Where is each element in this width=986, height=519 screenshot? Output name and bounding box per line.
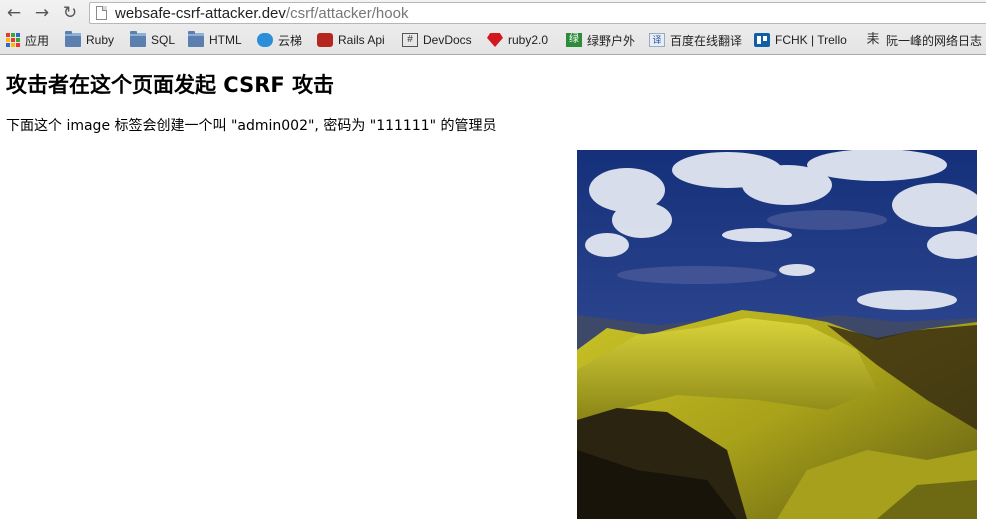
bookmark-label: 百度在线翻译 (670, 33, 743, 48)
bookmark-ruby2[interactable]: ruby2.0 (487, 31, 548, 49)
address-bar[interactable]: websafe-csrf-attacker.dev/csrf/attacker/… (89, 2, 986, 24)
page-description: 下面这个 image 标签会创建一个叫 "admin002", 密码为 "111… (6, 118, 497, 134)
back-arrow-icon[interactable]: ← (4, 4, 24, 22)
bookmark-sql[interactable]: SQL (130, 31, 175, 49)
bookmarks-bar: 应用 Ruby SQL HTML 云梯 Rails Api # DevDocs (0, 28, 986, 52)
forward-arrow-icon[interactable]: → (32, 4, 52, 22)
page-content: 攻击者在这个页面发起 CSRF 攻击 下面这个 image 标签会创建一个叫 "… (0, 55, 986, 519)
bookmark-label: SQL (151, 33, 176, 47)
rails-icon (317, 33, 333, 47)
url-text[interactable]: websafe-csrf-attacker.dev/csrf/attacker/… (115, 4, 408, 23)
bookmark-label: Ruby (86, 33, 115, 47)
bookmark-trello[interactable]: FCHK | Trello (754, 31, 847, 49)
bookmark-label: 应用 (25, 33, 50, 48)
bookmark-label: Rails Api (338, 33, 385, 47)
landscape-svg (577, 150, 977, 519)
bookmark-ruanyifeng[interactable]: 耒 阮一峰的网络日志 (865, 31, 982, 49)
baidu-translate-icon: 译 (649, 33, 665, 47)
mountain-landscape-image (577, 150, 977, 519)
apps-grid-icon (6, 33, 20, 47)
page-title: 攻击者在这个页面发起 CSRF 攻击 (6, 73, 335, 97)
bookmark-label: HTML (209, 33, 242, 47)
bookmark-apps[interactable]: 应用 (6, 31, 49, 49)
bookmark-label: 阮一峰的网络日志 (886, 33, 983, 48)
bookmark-label: FCHK | Trello (775, 33, 847, 47)
trello-icon (754, 33, 770, 47)
bookmark-label: DevDocs (423, 33, 472, 47)
bookmark-devdocs[interactable]: # DevDocs (402, 31, 472, 49)
page-icon (96, 6, 107, 20)
bookmark-rails-api[interactable]: Rails Api (317, 31, 385, 49)
bookmark-html[interactable]: HTML (188, 31, 242, 49)
bookmark-yunti[interactable]: 云梯 (257, 31, 302, 49)
bookmark-ruby[interactable]: Ruby (65, 31, 114, 49)
folder-icon (188, 31, 204, 47)
bookmark-label: 绿野户外 (587, 33, 636, 48)
blog-icon: 耒 (866, 32, 880, 47)
bookmark-lvye[interactable]: 绿 绿野户外 (566, 31, 635, 49)
devdocs-icon: # (402, 33, 418, 47)
cloud-icon (257, 33, 273, 47)
reload-icon[interactable]: ↻ (60, 4, 80, 22)
url-path: /csrf/attacker/hook (285, 5, 409, 22)
bookmark-baidu-translate[interactable]: 译 百度在线翻译 (649, 31, 742, 49)
folder-icon (65, 31, 81, 47)
ruby-gem-icon (487, 33, 503, 47)
bookmark-label: ruby2.0 (508, 33, 549, 47)
bookmark-label: 云梯 (278, 33, 303, 48)
folder-icon (130, 31, 146, 47)
browser-chrome: ← → ↻ websafe-csrf-attacker.dev/csrf/att… (0, 0, 986, 55)
url-host: websafe-csrf-attacker.dev (115, 5, 286, 22)
lvye-icon: 绿 (566, 33, 582, 47)
